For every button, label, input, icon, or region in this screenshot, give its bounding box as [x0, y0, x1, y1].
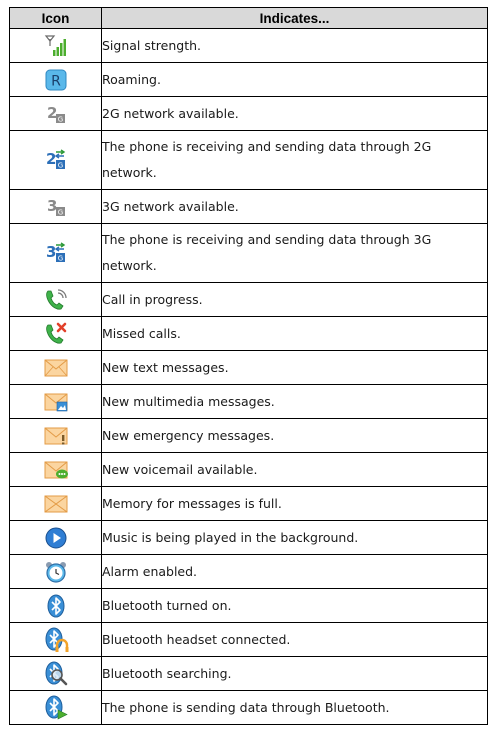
bluetooth-headset-icon — [45, 627, 68, 652]
table-row: 3 G 3G network available. — [9, 189, 488, 224]
voicemail-icon — [44, 461, 68, 478]
missed-call-icon — [45, 322, 66, 344]
2g-data-transfer-icon: 2 G — [46, 149, 65, 170]
table-row: Call in progress. — [9, 282, 488, 317]
row-description: The phone is sending data through Blueto… — [101, 690, 488, 725]
table-header-row: Icon Indicates... — [9, 7, 488, 29]
table-row: Music is being played in the background. — [9, 520, 488, 555]
music-playing-icon — [45, 527, 66, 548]
row-description: New multimedia messages. — [101, 384, 488, 419]
row-description: Roaming. — [101, 62, 488, 97]
table-row: 2 G 2G network available. — [9, 96, 488, 131]
table-row: Alarm enabled. — [9, 554, 488, 589]
row-description: The phone is receiving and sending data … — [101, 223, 488, 283]
row-description: Call in progress. — [101, 282, 488, 317]
row-description: New text messages. — [101, 350, 488, 385]
row-description: Bluetooth headset connected. — [101, 622, 488, 657]
bluetooth-sending-icon — [45, 695, 68, 719]
indicates-column-header: Indicates... — [101, 7, 488, 29]
svg-text:G: G — [57, 115, 62, 123]
row-description: New voicemail available. — [101, 452, 488, 487]
multimedia-message-icon — [44, 393, 67, 411]
3g-data-transfer-icon: 3 G — [46, 242, 65, 263]
svg-text:2: 2 — [47, 104, 57, 122]
row-description: 2G network available. — [101, 96, 488, 131]
emergency-message-icon — [44, 427, 67, 444]
3g-network-icon: 3 G — [47, 197, 65, 216]
row-description: Memory for messages is full. — [101, 486, 488, 521]
svg-text:3: 3 — [46, 243, 56, 261]
row-description: The phone is receiving and sending data … — [101, 130, 488, 190]
svg-text:G: G — [57, 162, 62, 170]
signal-strength-icon — [44, 34, 66, 56]
row-description: Bluetooth searching. — [101, 656, 488, 691]
status-icons-page: Icon Indicates... Signal strength. R Roa… — [0, 0, 494, 743]
svg-text:3: 3 — [47, 197, 57, 215]
table-row: New voicemail available. — [9, 452, 488, 487]
icon-column-header: Icon — [9, 7, 102, 29]
table-row: Bluetooth headset connected. — [9, 622, 488, 657]
table-row: New text messages. — [9, 350, 488, 385]
row-description: 3G network available. — [101, 189, 488, 224]
bluetooth-searching-icon — [45, 661, 67, 685]
roaming-icon: R — [45, 69, 66, 90]
row-description: Bluetooth turned on. — [101, 588, 488, 623]
table-row: Signal strength. — [9, 28, 488, 63]
row-description: Missed calls. — [101, 316, 488, 351]
table-row: The phone is sending data through Blueto… — [9, 690, 488, 725]
svg-text:G: G — [57, 208, 62, 216]
table-row: New emergency messages. — [9, 418, 488, 453]
alarm-icon — [45, 561, 66, 583]
row-description: New emergency messages. — [101, 418, 488, 453]
table-row: Memory for messages is full. — [9, 486, 488, 521]
2g-network-icon: 2 G — [47, 104, 65, 123]
table-row: 2 G The phone is receiving and sending d… — [9, 130, 488, 190]
svg-text:2: 2 — [46, 150, 56, 168]
table-row: R Roaming. — [9, 62, 488, 97]
svg-text:R: R — [51, 73, 61, 89]
status-icons-table: Icon Indicates... Signal strength. R Roa… — [9, 7, 488, 725]
text-message-icon — [44, 359, 67, 376]
table-row: New multimedia messages. — [9, 384, 488, 419]
table-row: 3 G The phone is receiving and sending d… — [9, 223, 488, 283]
bluetooth-on-icon — [47, 594, 64, 617]
table-row: Bluetooth turned on. — [9, 588, 488, 623]
row-description: Signal strength. — [101, 28, 488, 63]
table-row: Bluetooth searching. — [9, 656, 488, 691]
table-row: Missed calls. — [9, 316, 488, 351]
memory-full-icon — [44, 495, 67, 512]
row-description: Music is being played in the background. — [101, 520, 488, 555]
row-description: Alarm enabled. — [101, 554, 488, 589]
call-in-progress-icon — [45, 288, 67, 310]
svg-text:G: G — [57, 255, 62, 263]
